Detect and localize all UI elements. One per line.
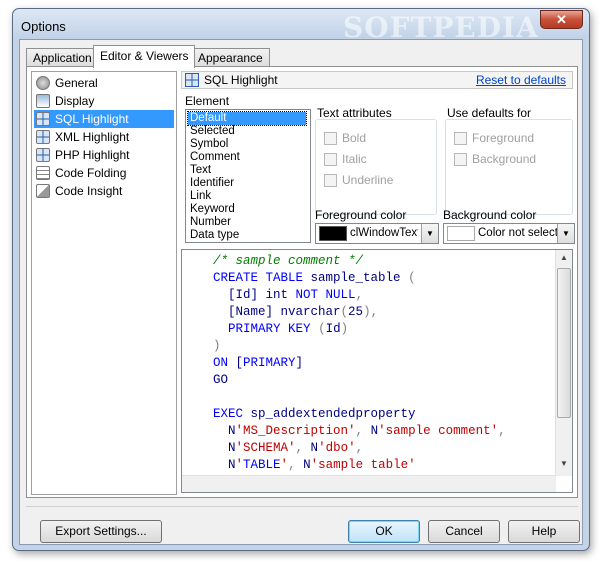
background-color-select[interactable]: Color not selected ▼ <box>443 223 575 244</box>
horizontal-scrollbar[interactable] <box>182 475 556 492</box>
element-listbox[interactable]: Default Selected Symbol Comment Text Ide… <box>185 109 311 243</box>
tree-item-label: XML Highlight <box>55 130 130 144</box>
dialog-client: Application Editor & Viewers Appearance … <box>19 39 583 545</box>
checkbox-box[interactable] <box>454 131 467 145</box>
background-color-label: Background color <box>443 208 537 222</box>
tab-page: General Display SQL Highlight XML Highli… <box>26 66 578 498</box>
checkbox-box[interactable] <box>454 152 467 166</box>
text-attributes-label: Text attributes <box>317 106 392 120</box>
chevron-down-icon[interactable]: ▼ <box>421 224 438 243</box>
element-option[interactable]: Text <box>188 164 306 177</box>
element-option[interactable]: Symbol <box>188 138 306 151</box>
help-button[interactable]: Help <box>508 520 580 543</box>
use-defaults-label: Use defaults for <box>447 106 532 120</box>
grid-icon <box>185 73 199 87</box>
tab-application[interactable]: Application <box>26 48 99 67</box>
export-settings-button[interactable]: Export Settings... <box>40 520 162 543</box>
tree-item-code-folding[interactable]: Code Folding <box>34 164 174 182</box>
window-title: Options <box>21 19 66 34</box>
checkbox-label: Foreground <box>472 131 535 145</box>
checkbox-label: Italic <box>342 152 367 166</box>
background-default-checkbox[interactable]: Background <box>454 152 536 166</box>
tree-item-xml-highlight[interactable]: XML Highlight <box>34 128 174 146</box>
code-preview-editor[interactable]: /* sample comment */ CREATE TABLE sample… <box>181 249 573 493</box>
tree-item-sql-highlight[interactable]: SQL Highlight <box>34 110 174 128</box>
element-option[interactable]: Default <box>187 111 307 126</box>
checkbox-label: Underline <box>342 173 394 187</box>
element-option[interactable]: Selected <box>188 125 306 138</box>
checkbox-box[interactable] <box>324 173 337 187</box>
element-option[interactable]: Data type <box>188 229 306 242</box>
element-option[interactable]: Keyword <box>188 203 306 216</box>
element-option[interactable]: Link <box>188 190 306 203</box>
tree-item-php-highlight[interactable]: PHP Highlight <box>34 146 174 164</box>
tab-appearance[interactable]: Appearance <box>191 48 270 67</box>
grid-icon <box>36 112 50 126</box>
options-window: Options SOFTPEDIA ✕ Application Editor &… <box>12 8 590 551</box>
tree-item-label: PHP Highlight <box>55 148 130 162</box>
vertical-scrollbar[interactable]: ▲ ▼ <box>555 250 572 476</box>
tree-item-general[interactable]: General <box>34 74 174 92</box>
tree-item-label: Code Folding <box>55 166 127 180</box>
grid-icon <box>36 130 50 144</box>
cancel-button[interactable]: Cancel <box>428 520 500 543</box>
element-option[interactable]: Comment <box>188 151 306 164</box>
ok-button[interactable]: OK <box>348 520 420 543</box>
reset-to-defaults-link[interactable]: Reset to defaults <box>476 73 566 87</box>
gear-icon <box>36 76 50 90</box>
text-attributes-group: Bold Italic Underline <box>315 119 437 215</box>
title-bar[interactable]: Options SOFTPEDIA ✕ <box>13 9 589 44</box>
tree-item-label: Code Insight <box>55 184 123 198</box>
folding-icon <box>36 166 50 180</box>
tree-item-code-insight[interactable]: Code Insight <box>34 182 174 200</box>
checkbox-label: Bold <box>342 131 367 145</box>
element-option[interactable]: Number <box>188 216 306 229</box>
foreground-color-select[interactable]: clWindowText ▼ <box>315 223 439 244</box>
grid-icon <box>36 148 50 162</box>
checkbox-label: Background <box>472 152 537 166</box>
display-icon <box>36 94 50 108</box>
background-color-value: Color not selected <box>478 227 558 239</box>
color-swatch <box>319 226 347 241</box>
use-defaults-group: Foreground Background <box>445 119 573 215</box>
tree-item-label: Display <box>55 94 95 108</box>
italic-checkbox[interactable]: Italic <box>324 152 367 166</box>
tree-item-label: SQL Highlight <box>55 112 129 126</box>
foreground-color-label: Foreground color <box>315 208 407 222</box>
underline-checkbox[interactable]: Underline <box>324 173 393 187</box>
scroll-thumb[interactable] <box>557 268 571 418</box>
scroll-up-icon[interactable]: ▲ <box>556 250 572 266</box>
color-swatch <box>447 226 475 241</box>
section-header: SQL Highlight Reset to defaults <box>181 71 573 89</box>
foreground-default-checkbox[interactable]: Foreground <box>454 131 534 145</box>
element-label: Element <box>185 94 230 108</box>
checkbox-box[interactable] <box>324 152 337 166</box>
insight-icon <box>36 184 50 198</box>
close-button[interactable]: ✕ <box>540 10 583 29</box>
scroll-down-icon[interactable]: ▼ <box>556 456 572 472</box>
tab-editor-viewers[interactable]: Editor & Viewers <box>93 45 196 68</box>
footer-divider <box>26 506 578 507</box>
chevron-down-icon[interactable]: ▼ <box>557 224 574 243</box>
bold-checkbox[interactable]: Bold <box>324 131 366 145</box>
checkbox-box[interactable] <box>324 131 337 145</box>
element-option[interactable]: Identifier <box>188 177 306 190</box>
foreground-color-value: clWindowText <box>350 227 418 239</box>
section-title: SQL Highlight <box>204 73 278 87</box>
code-preview-text: /* sample comment */ CREATE TABLE sample… <box>213 254 506 472</box>
tree-item-display[interactable]: Display <box>34 92 174 110</box>
tree-item-label: General <box>55 76 98 90</box>
settings-tree[interactable]: General Display SQL Highlight XML Highli… <box>31 71 177 495</box>
